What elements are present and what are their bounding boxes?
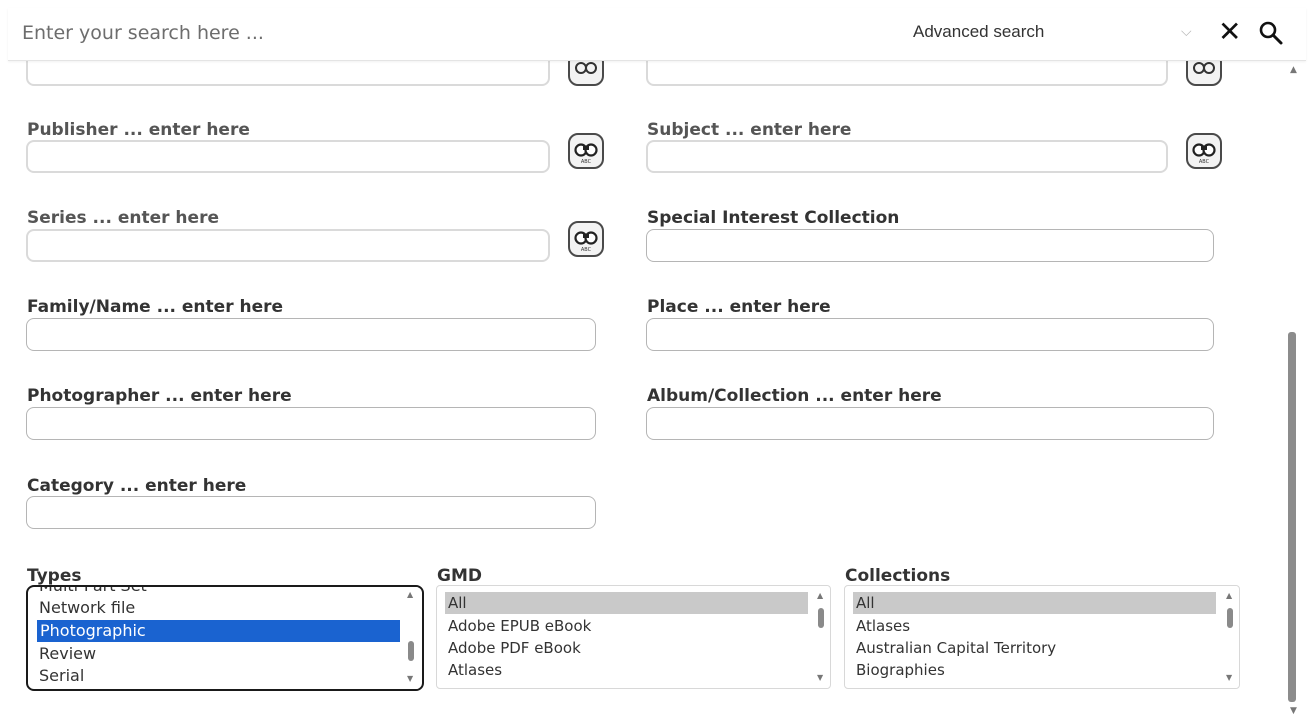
list-item[interactable]: Network file [39,597,135,619]
list-item[interactable]: Multi-Part Set [39,587,147,597]
list-item[interactable]: Adobe EPUB eBook [448,615,591,637]
svg-text:ABC: ABC [581,159,592,165]
scroll-thumb[interactable] [818,608,824,628]
search-bar: Enter your search here ... Advanced sear… [8,8,1306,61]
photographer-input[interactable] [26,407,596,440]
list-item-selected[interactable]: All [445,592,808,614]
list-item-selected[interactable]: All [853,592,1216,614]
series-input[interactable] [26,229,550,262]
close-icon[interactable]: ✕ [1218,18,1241,46]
types-label: Types [27,566,82,586]
scroll-down-icon[interactable]: ▼ [817,674,823,682]
publisher-input[interactable] [26,140,550,173]
binoculars-search-icon[interactable]: ABC [568,133,604,169]
list-item[interactable]: Australian Capital Territory [856,637,1056,659]
subject-label: Subject ... enter here [647,120,852,140]
family-name-input[interactable] [26,318,596,351]
binoculars-search-icon[interactable]: ABC [1186,133,1222,169]
advanced-search-dropdown[interactable]: Advanced search [913,22,1044,42]
svg-text:ABC: ABC [581,247,592,253]
svg-text:ABC: ABC [1199,159,1210,165]
list-item[interactable]: Serial [39,665,84,687]
page-scrollbar[interactable]: ▲ ▼ [1284,60,1306,719]
gmd-scrollbar[interactable]: ▲ ▼ [814,586,828,688]
list-item[interactable]: Atlases [856,615,910,637]
scroll-up-icon[interactable]: ▲ [407,591,413,599]
scroll-down-icon[interactable]: ▼ [1290,707,1297,716]
collections-label: Collections [845,566,951,586]
types-scrollbar[interactable]: ▲ ▼ [404,587,418,689]
subject-input[interactable] [646,140,1168,173]
scroll-down-icon[interactable]: ▼ [1226,674,1232,682]
place-label: Place ... enter here [647,297,831,317]
special-interest-input[interactable] [646,229,1214,262]
album-collection-input[interactable] [646,407,1214,440]
binoculars-search-icon[interactable]: ABC [568,221,604,257]
search-input[interactable]: Enter your search here ... [22,22,264,44]
gmd-label: GMD [437,566,482,586]
collections-scrollbar[interactable]: ▲ ▼ [1223,586,1237,688]
types-listbox[interactable]: Multi-Part Set Network file Photographic… [26,585,424,691]
scroll-up-icon[interactable]: ▲ [1226,592,1232,600]
family-name-label: Family/Name ... enter here [27,297,284,317]
series-label: Series ... enter here [27,208,219,228]
search-icon[interactable] [1258,20,1284,46]
list-item[interactable]: Review [39,643,96,665]
list-item[interactable]: Biographies [856,659,945,681]
list-item[interactable]: Adobe PDF eBook [448,637,581,659]
place-input[interactable] [646,318,1214,351]
page-scroll-thumb[interactable] [1288,332,1296,702]
category-label: Category ... enter here [27,476,247,496]
chevron-down-icon[interactable]: ⌵ [1181,24,1192,40]
scroll-thumb[interactable] [1227,608,1233,628]
scroll-up-icon[interactable]: ▲ [1290,66,1297,75]
collections-listbox[interactable]: All Atlases Australian Capital Territory… [844,585,1240,689]
gmd-listbox[interactable]: All Adobe EPUB eBook Adobe PDF eBook Atl… [436,585,831,689]
album-collection-label: Album/Collection ... enter here [647,386,942,406]
photographer-label: Photographer ... enter here [27,386,292,406]
publisher-label: Publisher ... enter here [27,120,250,140]
scroll-up-icon[interactable]: ▲ [817,592,823,600]
list-item-selected[interactable]: Photographic [37,620,400,642]
category-input[interactable] [26,496,596,529]
scroll-thumb[interactable] [408,641,414,661]
list-item[interactable]: Atlases [448,659,502,681]
scroll-down-icon[interactable]: ▼ [407,675,413,683]
special-interest-label: Special Interest Collection [647,208,900,228]
